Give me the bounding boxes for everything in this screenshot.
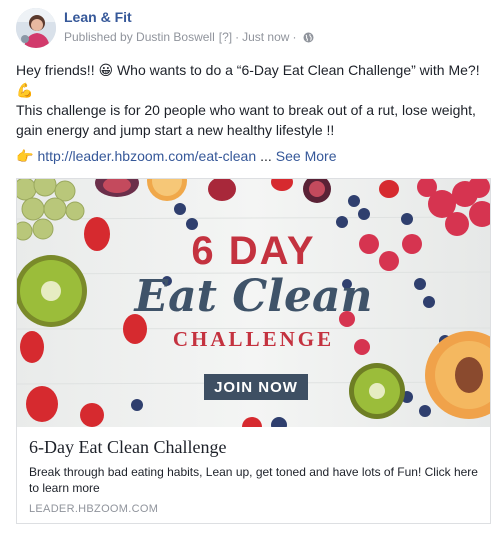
join-now-button[interactable]: JOIN NOW <box>204 374 308 400</box>
globe-icon[interactable] <box>303 32 314 43</box>
help-marker[interactable]: [?] <box>219 30 232 44</box>
banner-headline: 6 DAY <box>191 229 316 273</box>
see-more-link[interactable]: See More <box>276 146 337 166</box>
timestamp[interactable]: Just now <box>242 30 289 44</box>
post-message-paragraph: This challenge is for 20 people who want… <box>16 102 476 138</box>
link-card-title[interactable]: 6-Day Eat Clean Challenge <box>29 437 226 458</box>
link-preview-image[interactable]: 6 DAY Eat Clean CHALLENGE JOIN NOW <box>17 179 490 427</box>
feed-post: Lean & Fit Published by Dustin Boswell [… <box>0 0 502 539</box>
post-link-line: 👉 http://leader.hbzoom.com/eat-clean ...… <box>16 146 494 166</box>
post-message-line: Hey friends!! 😀 Who wants to do a “6-Day… <box>16 62 480 98</box>
truncation-ellipsis: ... <box>260 148 272 164</box>
banner-script-title: Eat Clean <box>134 271 373 322</box>
page-name-link[interactable]: Lean & Fit <box>64 9 132 25</box>
page-avatar[interactable] <box>16 8 56 48</box>
post-url-link[interactable]: http://leader.hbzoom.com/eat-clean <box>37 146 256 166</box>
pointing-hand-icon: 👉 <box>16 148 34 164</box>
link-card-domain: LEADER.HBZOOM.COM <box>29 503 159 515</box>
post-meta: Published by Dustin Boswell [?] · Just n… <box>64 30 314 44</box>
published-by-text[interactable]: Published by Dustin Boswell <box>64 30 215 44</box>
meta-separator: · <box>235 30 240 44</box>
link-preview-card[interactable]: 6 DAY Eat Clean CHALLENGE JOIN NOW 6-Day… <box>16 178 491 524</box>
banner-subtitle: CHALLENGE <box>172 327 335 351</box>
link-card-description: Break through bad eating habits, Lean up… <box>29 465 478 495</box>
meta-separator-2: · <box>292 30 297 44</box>
